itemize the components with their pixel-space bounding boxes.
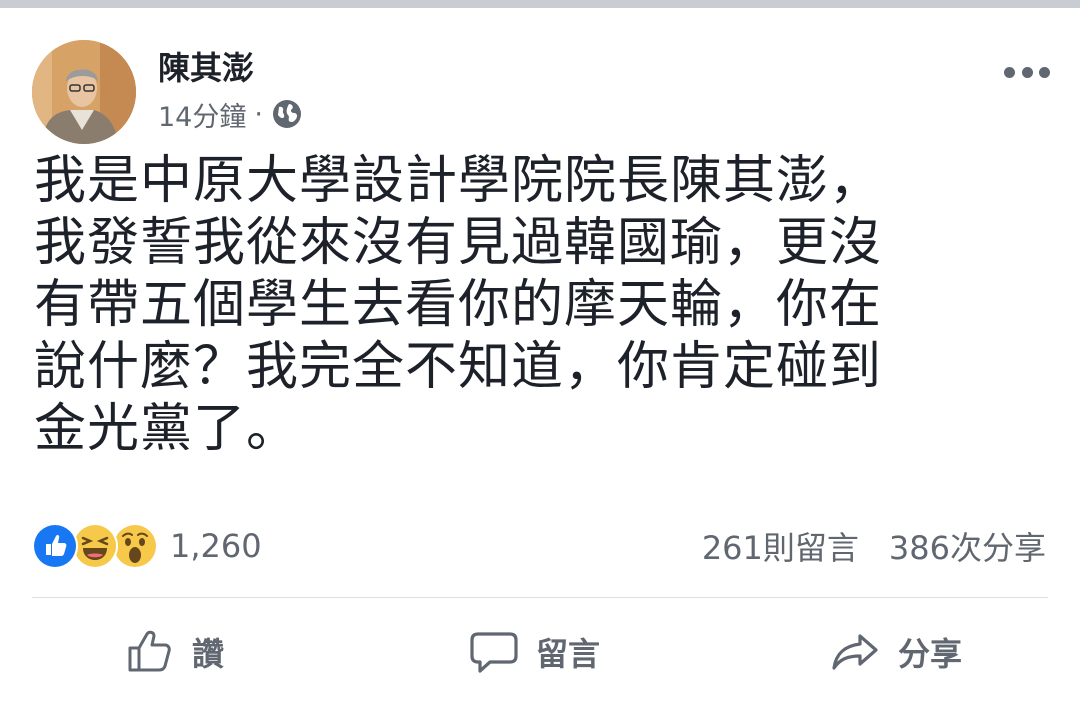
comment-label: 留言	[536, 635, 601, 673]
like-button[interactable]: 讚	[124, 620, 224, 684]
author-name[interactable]: 陳其澎	[158, 48, 254, 88]
comment-button[interactable]: 留言	[468, 620, 600, 684]
comment-icon	[470, 632, 518, 673]
wow-reaction-icon	[112, 523, 158, 569]
thumbs-up-icon	[128, 630, 171, 672]
more-dot	[1021, 66, 1033, 78]
reaction-summary[interactable]: 1,260	[32, 523, 262, 569]
post-text-line: 金光黨了。	[34, 399, 300, 459]
share-arrow-icon	[832, 634, 878, 670]
post-actions: 讚 留言 分享	[0, 620, 1080, 684]
comment-count[interactable]: 261則留言	[702, 523, 859, 569]
meta-separator: ·	[254, 98, 263, 130]
post-text-line: 我是中原大學設計學院院長陳其澎，	[34, 151, 883, 211]
share-button[interactable]: 分享	[830, 620, 962, 684]
post-text-line: 有帶五個學生去看你的摩天輪，你在	[34, 275, 883, 335]
more-options-icon[interactable]	[1004, 60, 1050, 84]
share-count[interactable]: 386次分享	[889, 523, 1046, 569]
more-dot	[1004, 66, 1015, 78]
top-border	[0, 0, 1080, 8]
post-text-line: 說什麼？我完全不知道，你肯定碰到	[34, 337, 883, 397]
like-label: 讚	[192, 635, 225, 673]
share-label: 分享	[898, 635, 963, 673]
post-stats: 261則留言 386次分享	[702, 524, 1046, 568]
globe-icon	[272, 100, 301, 128]
haha-reaction-icon	[72, 523, 118, 569]
like-reaction-icon	[32, 523, 78, 569]
action-divider	[32, 597, 1048, 598]
post-text: 我是中原大學設計學院院長陳其澎， 我發誓我從來沒有見過韓國瑜，更沒 有帶五個學生…	[34, 150, 1054, 460]
post-meta: 14分鐘 ·	[158, 95, 303, 134]
avatar-image	[32, 40, 136, 144]
more-dot	[1039, 66, 1050, 78]
reaction-count: 1,260	[170, 527, 262, 565]
post-text-line: 我發誓我從來沒有見過韓國瑜，更沒	[34, 213, 883, 273]
avatar[interactable]	[32, 40, 136, 144]
post-timestamp[interactable]: 14分鐘	[158, 95, 246, 134]
